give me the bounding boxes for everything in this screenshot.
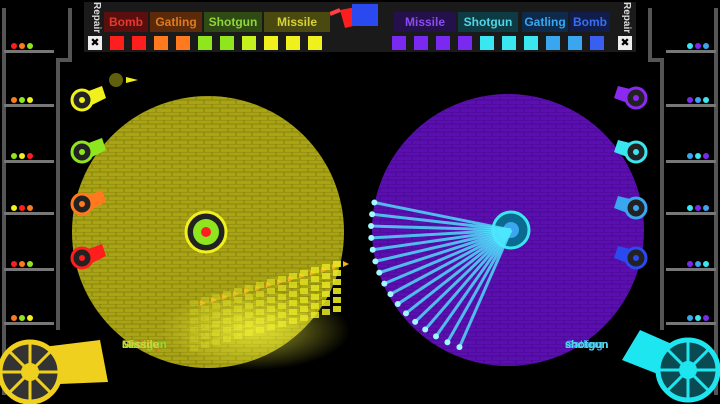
yellow-pellet <box>333 279 341 285</box>
yellow-pellet <box>322 264 330 270</box>
left-queue-item: Missile <box>122 339 159 351</box>
right-ammo-square <box>546 36 560 50</box>
yellow-glow <box>160 290 350 370</box>
yellow-pellet <box>322 282 330 288</box>
left-ball-shelf <box>4 205 54 215</box>
left-ball-shelf <box>4 261 54 271</box>
right-ammo-square <box>414 36 428 50</box>
left-weapon-missile[interactable]: Missile <box>264 12 330 32</box>
left-ammo-square <box>198 36 212 50</box>
yellow-pellet <box>256 282 264 288</box>
yellow-pellet <box>289 282 297 288</box>
left-weapon-shotgun[interactable]: Shotgun <box>204 12 262 32</box>
yellow-pellet <box>311 267 319 273</box>
right-ammo-square <box>590 36 604 50</box>
yellow-pellet <box>278 276 286 282</box>
yellow-pellet <box>322 273 330 279</box>
left-weapon-bomb[interactable]: Bomb <box>104 12 148 32</box>
left-ammo-square <box>220 36 234 50</box>
yellow-pellet <box>278 285 286 291</box>
left-ammo-square <box>176 36 190 50</box>
yellow-pellet <box>333 288 341 294</box>
repair-label-left: Repair <box>91 2 102 34</box>
right-weapon-shotgun[interactable]: Shotgun <box>458 12 518 32</box>
yellow-pellet <box>267 279 275 285</box>
yellow-bullet <box>109 73 138 87</box>
right-ammo-square <box>458 36 472 50</box>
game-screen: Repair Repair ✖ ✖ Gatling Shotgun Shotgun M… <box>0 0 720 404</box>
right-ball-shelf <box>666 43 716 53</box>
left-weapon-gatling[interactable]: Gatling <box>150 12 202 32</box>
game-scene <box>0 2 720 404</box>
right-ball-shelf <box>666 315 716 325</box>
yellow-pellet <box>311 276 319 282</box>
right-weapon-missile[interactable]: Missile <box>394 12 456 32</box>
right-weapon-gatling[interactable]: Gatling <box>522 12 568 32</box>
left-ammo-square <box>264 36 278 50</box>
left-ammo-square <box>154 36 168 50</box>
left-ammo-square <box>110 36 124 50</box>
right-ball-shelf <box>666 261 716 271</box>
right-rail-frame <box>648 8 718 395</box>
right-queue-item: shotgun <box>565 339 609 351</box>
yellow-pellet <box>333 297 341 303</box>
right-big-cannon <box>622 330 720 403</box>
left-ammo-square <box>242 36 256 50</box>
left-ball-shelf <box>4 97 54 107</box>
yellow-pellet <box>333 270 341 276</box>
yellow-pellet <box>300 288 308 294</box>
right-turret <box>614 86 648 110</box>
yellow-pellet <box>300 270 308 276</box>
right-ammo-square <box>502 36 516 50</box>
yellow-pellet <box>333 261 341 267</box>
left-ball-shelf <box>4 43 54 53</box>
repair-button-left[interactable]: ✖ <box>88 36 102 50</box>
right-ammo-square <box>524 36 538 50</box>
yellow-pellet <box>322 291 330 297</box>
right-weapon-bomb[interactable]: Bomb <box>570 12 610 32</box>
right-ball-shelf <box>666 153 716 163</box>
left-ball-shelf <box>4 153 54 163</box>
right-ammo-square <box>436 36 450 50</box>
right-ball-shelf <box>666 97 716 107</box>
yellow-pellet <box>289 273 297 279</box>
left-ammo-square <box>308 36 322 50</box>
yellow-pellet <box>300 279 308 285</box>
yellow-pellet <box>311 285 319 291</box>
left-big-cannon <box>0 339 108 404</box>
right-ammo-square <box>568 36 582 50</box>
right-ammo-square <box>480 36 494 50</box>
left-core <box>184 210 228 254</box>
left-ball-shelf <box>4 315 54 325</box>
right-ammo-square <box>392 36 406 50</box>
left-ammo-square <box>132 36 146 50</box>
left-rail-frame <box>2 8 72 395</box>
repair-label-right: Repair <box>621 2 632 34</box>
left-turret <box>70 86 106 112</box>
left-ammo-square <box>286 36 300 50</box>
repair-button-right[interactable]: ✖ <box>618 36 632 50</box>
right-ball-shelf <box>666 205 716 215</box>
